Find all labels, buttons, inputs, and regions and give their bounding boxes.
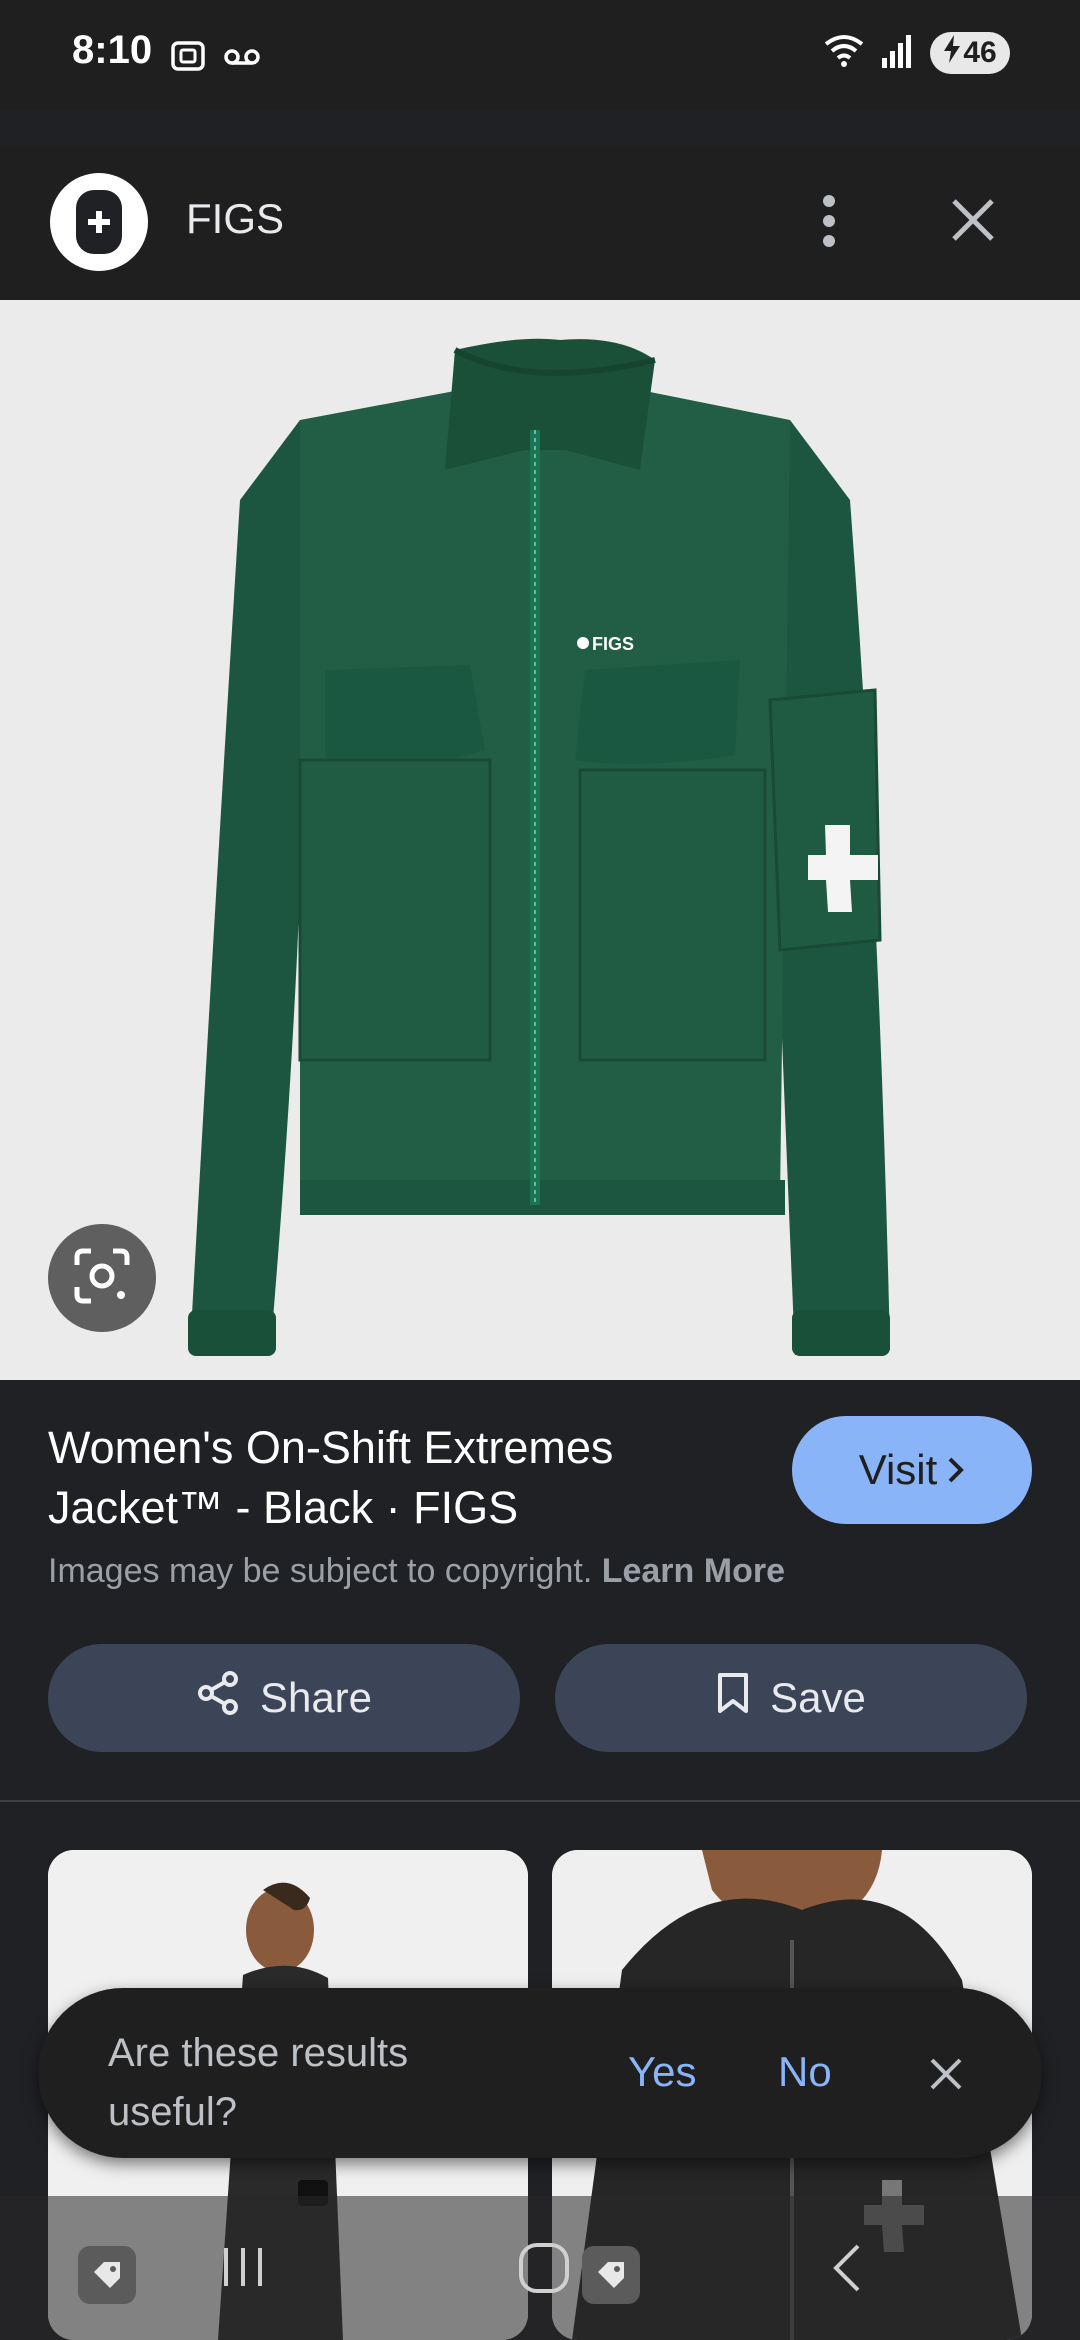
status-bar: 8:10 46: [0, 0, 1080, 110]
product-image[interactable]: FIGS: [0, 300, 1080, 1380]
feedback-prompt: Are these results useful? Yes No: [38, 1988, 1042, 2158]
lens-icon: [71, 1245, 133, 1312]
product-title[interactable]: Women's On-Shift Extremes Jacket™ - Blac…: [48, 1418, 768, 1538]
system-nav-bar: [0, 2196, 1080, 2340]
product-title-line2: Jacket™ - Black · FIGS: [48, 1482, 519, 1533]
wifi-icon: [822, 30, 866, 75]
figs-logo-icon[interactable]: [50, 173, 148, 271]
product-title-line1: Women's On-Shift Extremes: [48, 1422, 614, 1473]
more-vert-icon[interactable]: [804, 191, 854, 251]
visit-label: Visit: [858, 1446, 938, 1493]
battery-level: 46: [963, 35, 997, 69]
learn-more-link[interactable]: Learn More: [602, 1552, 785, 1590]
feedback-question: Are these results useful?: [108, 2031, 409, 2134]
status-time: 8:10: [72, 28, 153, 72]
status-left-icons: [168, 36, 262, 81]
bookmark-icon: [716, 1672, 750, 1724]
copyright-notice: Images may be subject to copyright. Lear…: [48, 1552, 785, 1591]
share-label: Share: [259, 1674, 373, 1721]
visit-button[interactable]: Visit: [792, 1416, 1032, 1524]
voicemail-icon: [222, 36, 262, 81]
recents-icon[interactable]: [218, 2242, 268, 2297]
share-icon: [196, 1670, 240, 1726]
chevron-right-icon: [947, 1446, 965, 1494]
close-icon[interactable]: [940, 187, 1006, 253]
tag-icon[interactable]: [78, 2246, 136, 2304]
jacket-illustration: FIGS: [188, 338, 890, 1356]
jacket-logo-text: FIGS: [592, 634, 634, 654]
feedback-yes-button[interactable]: Yes: [628, 2048, 697, 2096]
lens-search-button[interactable]: [48, 1224, 156, 1332]
battery-indicator: 46: [930, 31, 1010, 74]
signal-icon: [880, 30, 916, 75]
site-header: FIGS: [0, 145, 1080, 300]
tag-icon[interactable]: [582, 2246, 640, 2304]
site-name[interactable]: FIGS: [186, 195, 284, 243]
screenshot-icon: [168, 36, 208, 81]
feedback-no-button[interactable]: No: [778, 2048, 832, 2096]
copyright-text: Images may be subject to copyright.: [48, 1552, 593, 1590]
home-icon[interactable]: [516, 2240, 572, 2301]
feedback-close-icon[interactable]: [916, 2044, 976, 2104]
back-icon[interactable]: [826, 2242, 866, 2299]
save-button[interactable]: Save: [555, 1644, 1027, 1752]
status-right-icons: 46: [822, 30, 1010, 75]
battery-charging-icon: [943, 34, 961, 71]
share-button[interactable]: Share: [48, 1644, 520, 1752]
save-label: Save: [770, 1674, 866, 1721]
section-divider: [0, 1800, 1080, 1802]
